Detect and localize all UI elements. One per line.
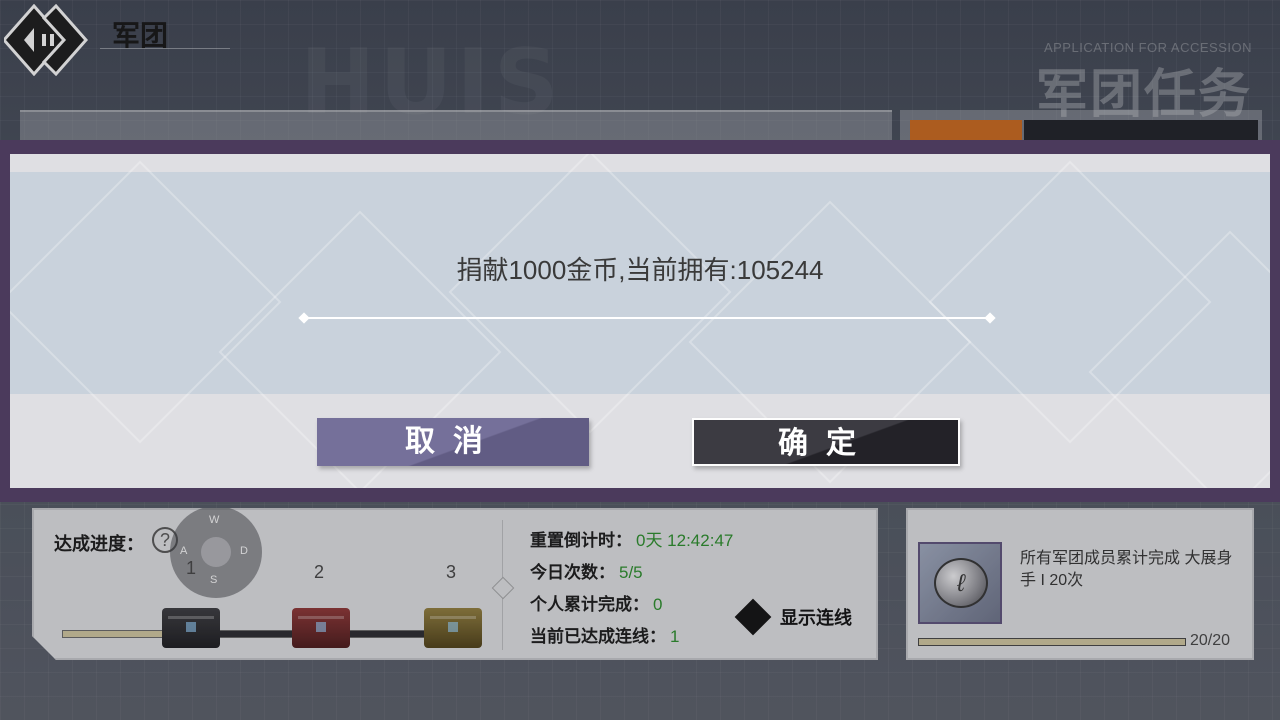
dialog-divider-line [304, 317, 990, 319]
donate-confirm-dialog: 捐献1000金币,当前拥有:105244 取消 确定 [0, 140, 1280, 502]
decor-diamond [10, 160, 282, 444]
dialog-body: 捐献1000金币,当前拥有:105244 取消 确定 [10, 154, 1270, 488]
decor-diamond [448, 154, 732, 434]
confirm-button[interactable]: 确定 [692, 418, 960, 466]
dialog-message: 捐献1000金币,当前拥有:105244 [456, 255, 824, 285]
cancel-button[interactable]: 取消 [317, 418, 589, 466]
